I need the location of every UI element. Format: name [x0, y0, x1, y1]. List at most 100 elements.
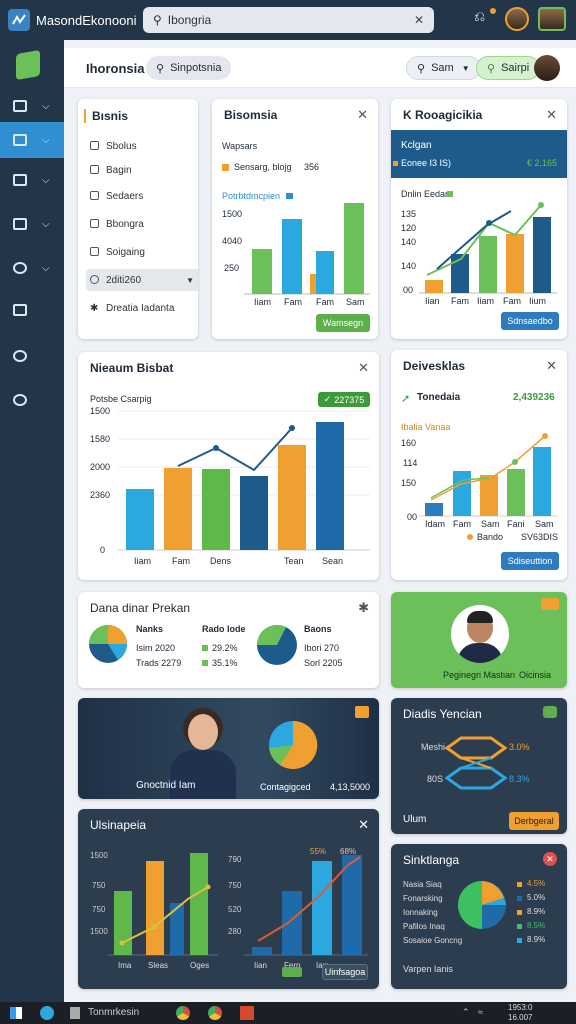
wifi-icon[interactable]: ≈ [478, 1007, 483, 1017]
x-tick: Fam [284, 297, 302, 307]
dev-chart [419, 433, 557, 517]
taskbar-date[interactable]: 16.007 [508, 1013, 532, 1022]
badge-icon [541, 598, 559, 610]
sidebar-item-pie[interactable] [0, 292, 64, 328]
data-point [512, 459, 518, 465]
badge-icon [355, 706, 369, 718]
team-avatar[interactable] [538, 7, 566, 31]
edge-icon[interactable] [40, 1006, 54, 1020]
bar [126, 489, 154, 550]
sidebar-item-headset[interactable] [0, 338, 64, 374]
bar [425, 280, 443, 293]
diagram-card: Diadis Yencian Meshi 80S 3.0% 8.3% Ulum … [391, 698, 567, 834]
menu-item[interactable]: Sbolus [86, 135, 198, 157]
file-icon[interactable] [70, 1007, 80, 1019]
donut-pct: 5.0% [527, 893, 546, 902]
bar [344, 203, 364, 294]
tray-chevron-icon[interactable]: ⌃ [462, 1007, 470, 1018]
menu-item-label: Bbongra [106, 218, 144, 230]
search-input[interactable]: ⚲ Ibongria ✕ [143, 7, 434, 33]
combo-card-button[interactable]: Sdnsaedbo [501, 312, 559, 330]
avatar-suit [457, 643, 503, 663]
taskbar-app-label[interactable]: Tonmrkesin [88, 1007, 139, 1018]
sidebar-item-briefcase[interactable]: ⌵ [0, 162, 64, 198]
chrome-icon[interactable] [208, 1006, 222, 1020]
sidebar-item-table[interactable]: ⌵ [0, 206, 64, 242]
dev-card-button[interactable]: Sdiseuttion [501, 552, 559, 570]
pie-col-title: Nanks [136, 624, 164, 634]
profile-name: Peginegri Mastian [443, 670, 516, 680]
settings-icon [90, 275, 99, 284]
x-tick: Iiam [254, 297, 272, 307]
legend-swatch [202, 645, 208, 651]
check-icon: ⚲ [487, 62, 496, 75]
chrome-icon[interactable] [176, 1006, 190, 1020]
globe-icon [13, 394, 27, 406]
data-point [205, 884, 211, 890]
chart-icon [13, 134, 27, 146]
action-pill[interactable]: ⚲ Sairpi [476, 56, 541, 80]
start-icon[interactable] [10, 1007, 22, 1019]
donut-card: Sinktlanga ✕ Nasia Siaq Fonarsking Ionna… [391, 844, 567, 989]
pies-card: Dana dinar Prekan ✱ Nanks Isim 2020 Trad… [78, 592, 379, 688]
user-dropdown[interactable]: ⚲ Sam ▼ [406, 56, 481, 80]
video-pie [269, 720, 318, 769]
chevron-down-icon: ▼ [461, 63, 470, 73]
search-value: Ibongria [167, 13, 212, 27]
donut-pct: 8.9% [527, 935, 546, 944]
pie-col-value: Ibori 270 [304, 643, 340, 653]
profile-avatar[interactable] [534, 55, 560, 81]
x-tick: Fam [172, 556, 190, 566]
close-icon[interactable]: ✕ [543, 852, 557, 866]
menu-item-label: Sbolus [106, 140, 137, 152]
dark-chart-button[interactable]: Uinfsagoa [322, 964, 368, 980]
bar [114, 891, 132, 955]
pie-slice [257, 625, 277, 645]
donut-row-label: Fonarsking [403, 894, 443, 903]
profile-card: Peginegri Mastian Oicinsia [391, 592, 567, 688]
sidebar-item-chart[interactable]: ⌵ [0, 122, 64, 158]
x-tick: Sam [481, 519, 500, 529]
menu-item[interactable]: Sedaers [86, 185, 198, 207]
app-logo-icon [8, 9, 30, 31]
toggle-chip[interactable] [282, 967, 302, 977]
donut-chart [458, 881, 506, 929]
bar-card-button[interactable]: Wamsegn [316, 314, 370, 332]
data-point [151, 924, 157, 930]
bar [240, 476, 268, 550]
search-chip[interactable]: ⚲ Sinpotsnia [146, 56, 232, 80]
diagram-footer: Ulum [403, 814, 427, 825]
sidebar-item-globe[interactable] [0, 382, 64, 418]
x-tick: Sam [346, 297, 365, 307]
legend-swatch [517, 882, 522, 887]
taskbar-time[interactable]: 1953:0 [508, 1003, 532, 1012]
user-avatar[interactable] [505, 7, 529, 31]
menu-item[interactable]: ✱ Dreatia Iadanta [86, 297, 198, 319]
bar [533, 217, 551, 293]
menu-item[interactable]: Soigaing [86, 241, 198, 263]
x-tick: Tean [284, 556, 304, 566]
pie-col-value: 29.2% [212, 643, 238, 653]
bar [507, 469, 525, 516]
notification-bell-icon[interactable]: ⎌ [474, 8, 485, 25]
search-icon: ⚲ [153, 13, 162, 27]
diagram-pct: 3.0% [509, 742, 530, 752]
menu-item[interactable]: Bagin [86, 159, 198, 181]
sidebar-item-user[interactable]: ⌵ [0, 250, 64, 286]
dark-chart-card: Ulsinapeia ✕ 1500 750 750 1500 790 750 5… [78, 809, 379, 989]
gear-icon[interactable]: ✱ [358, 600, 369, 616]
menu-item-active[interactable]: 2diti260 ▼ [86, 269, 198, 291]
bar [506, 234, 524, 293]
legend-swatch [467, 534, 473, 540]
close-icon[interactable]: ✕ [414, 13, 424, 27]
menu-item-label: 2diti260 [106, 274, 142, 286]
chevron-down-icon: ⌵ [42, 174, 50, 186]
sidebar-item-folder[interactable]: ⌵ [0, 88, 64, 124]
office-icon[interactable] [240, 1006, 254, 1020]
bar [479, 236, 497, 293]
menu-item[interactable]: Bbongra [86, 213, 198, 235]
diagram-button[interactable]: Derbgeral [509, 812, 559, 830]
doc-icon [90, 165, 99, 174]
legend-swatch [517, 938, 522, 943]
data-point [119, 940, 125, 946]
